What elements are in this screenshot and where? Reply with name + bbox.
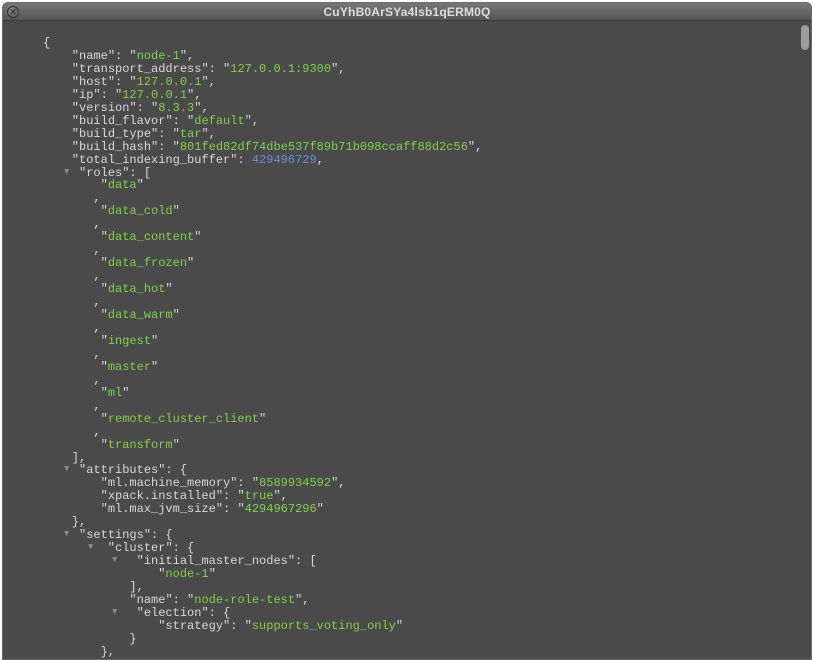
json-line: "total_indexing_buffer": 429496729, [43, 154, 791, 167]
json-line: ▼ "roles": [ [43, 167, 791, 180]
collapse-toggle-icon[interactable]: ▼ [88, 543, 93, 553]
json-line: "ml" [43, 387, 791, 400]
collapse-toggle-icon[interactable]: ▼ [64, 465, 69, 475]
json-content[interactable]: { "name": "node-1", "transport_address":… [3, 21, 801, 659]
json-viewer-window: ✕ CuYhB0ArSYa4lsb1qERM0Q { "name": "node… [2, 2, 812, 660]
collapse-toggle-icon[interactable]: ▼ [64, 530, 69, 540]
json-line: "strategy": "supports_voting_only" [43, 620, 791, 633]
json-line: "data_cold" [43, 205, 791, 218]
json-line: "ingest" [43, 335, 791, 348]
json-line: "data_hot" [43, 283, 791, 296]
json-line: "data" [43, 179, 791, 192]
close-icon: ✕ [9, 8, 17, 17]
json-line: "ip": "127.0.0.1", [43, 89, 791, 102]
json-line: , [43, 374, 791, 387]
json-line: "data_content" [43, 231, 791, 244]
json-line: "build_flavor": "default", [43, 115, 791, 128]
json-line: }, [43, 646, 791, 659]
json-line: "node-1" [43, 568, 791, 581]
json-line: "data_frozen" [43, 257, 791, 270]
json-line: "ml.max_jvm_size": "4294967296" [43, 503, 791, 516]
window-title: CuYhB0ArSYa4lsb1qERM0Q [323, 5, 490, 19]
collapse-toggle-icon[interactable]: ▼ [64, 168, 69, 178]
json-line: , [43, 348, 791, 361]
json-line: } [43, 633, 791, 646]
json-line: "master" [43, 361, 791, 374]
scrollbar-thumb[interactable] [801, 25, 809, 50]
collapse-toggle-icon[interactable]: ▼ [112, 608, 117, 618]
titlebar[interactable]: ✕ CuYhB0ArSYa4lsb1qERM0Q [3, 3, 811, 21]
json-line: "transform" [43, 439, 791, 452]
close-button[interactable]: ✕ [7, 6, 19, 18]
json-line: , [43, 322, 791, 335]
collapse-toggle-icon[interactable]: ▼ [112, 556, 117, 566]
json-line: "data_warm" [43, 309, 791, 322]
json-line: ▼ "election": { [43, 607, 791, 620]
json-line: "remote_cluster_client" [43, 413, 791, 426]
